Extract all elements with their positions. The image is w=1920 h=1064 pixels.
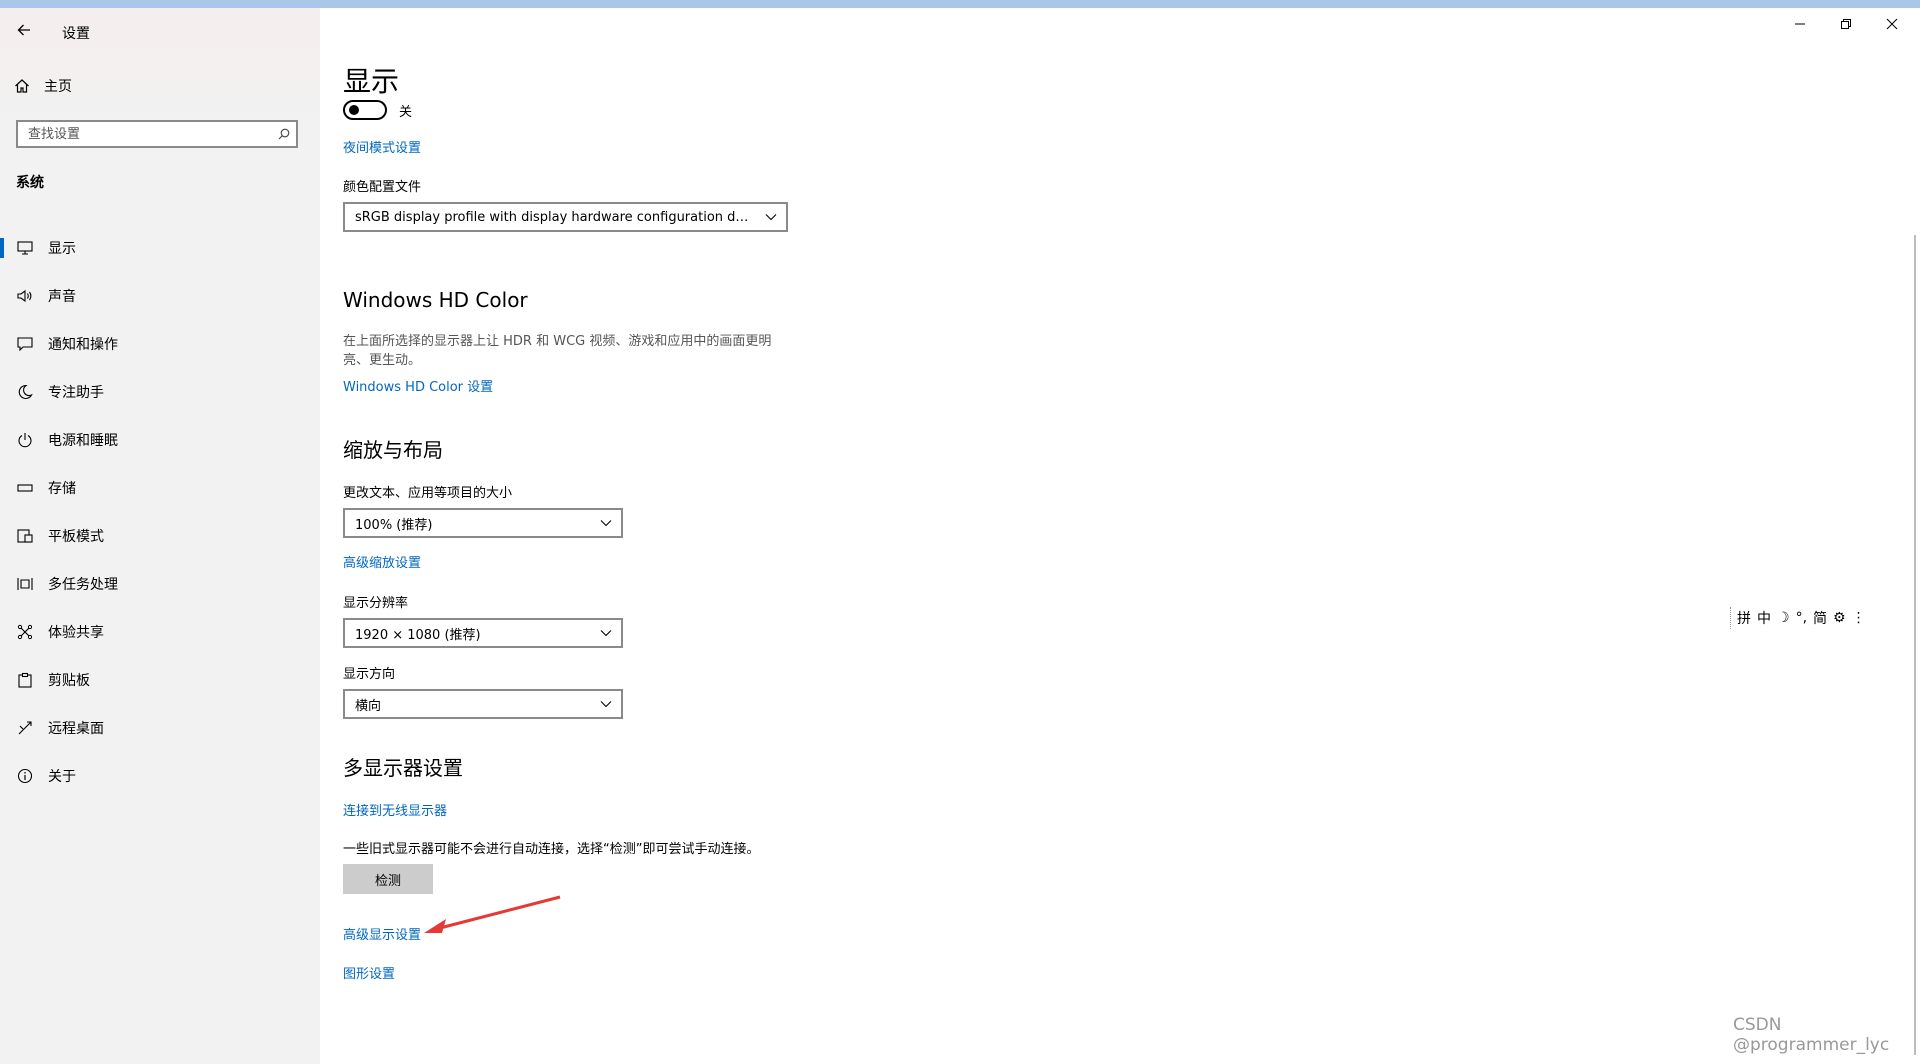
hd-color-settings-link[interactable]: Windows HD Color 设置 — [343, 376, 493, 395]
sidebar-nav: 显示 声音 通知和操作 专注助手 电源和睡眠 存储 平板模式 多任务处理 体验共… — [0, 224, 320, 800]
sidebar-item-tablet-mode[interactable]: 平板模式 — [0, 512, 320, 560]
sidebar-item-label: 多任务处理 — [48, 577, 118, 593]
speaker-icon — [14, 286, 36, 306]
watermark: CSDN @programmer_lyc — [1733, 1015, 1890, 1055]
sidebar-item-label: 体验共享 — [48, 625, 104, 641]
sidebar-item-label: 存储 — [48, 481, 76, 497]
ime-toolbar: 拼 中 ☽ °, 简 ⚙ ⋮ — [1730, 607, 1887, 629]
back-button[interactable] — [10, 16, 38, 44]
info-icon — [14, 766, 36, 786]
ime-moon-button[interactable]: ☽ — [1777, 610, 1790, 626]
advanced-scaling-link[interactable]: 高级缩放设置 — [343, 552, 421, 571]
resolution-label: 显示分辨率 — [343, 596, 409, 611]
restore-icon — [1841, 19, 1851, 29]
sidebar-item-sound[interactable]: 声音 — [0, 272, 320, 320]
tablet-icon — [14, 526, 36, 546]
close-icon — [1886, 18, 1898, 30]
scale-dropdown[interactable]: 100% (推荐) — [343, 508, 623, 538]
sidebar-item-notifications[interactable]: 通知和操作 — [0, 320, 320, 368]
scale-label: 更改文本、应用等项目的大小 — [343, 486, 513, 501]
multi-display-heading: 多显示器设置 — [343, 756, 463, 780]
search-icon[interactable] — [272, 128, 296, 140]
color-profile-dropdown[interactable]: sRGB display profile with display hardwa… — [343, 202, 788, 232]
ime-settings-button[interactable]: ⚙ — [1833, 610, 1846, 626]
sidebar-item-label: 远程桌面 — [48, 721, 104, 737]
orientation-dropdown[interactable]: 横向 — [343, 689, 623, 719]
night-light-settings-link[interactable]: 夜间模式设置 — [343, 137, 421, 156]
orientation-label: 显示方向 — [343, 667, 396, 682]
sidebar-item-label: 通知和操作 — [48, 337, 118, 353]
sidebar-item-home[interactable]: 主页 — [14, 76, 72, 96]
title-bar-strip — [0, 0, 1920, 8]
sidebar-item-label: 剪贴板 — [48, 673, 90, 689]
restore-button[interactable] — [1826, 12, 1866, 36]
night-light-toggle[interactable] — [343, 100, 387, 120]
resolution-value: 1920 × 1080 (推荐) — [355, 627, 481, 643]
ime-chinese-mode-button[interactable]: 中 — [1757, 608, 1771, 628]
annotation-arrow-icon — [424, 895, 561, 933]
sidebar-item-about[interactable]: 关于 — [0, 752, 320, 800]
sidebar-item-shared-experiences[interactable]: 体验共享 — [0, 608, 320, 656]
sidebar-item-label: 显示 — [48, 241, 76, 257]
detect-button[interactable]: 检测 — [343, 864, 433, 894]
remote-desktop-icon — [14, 718, 36, 738]
ime-more-button[interactable]: ⋮ — [1852, 610, 1866, 626]
window-title: 设置 — [62, 26, 90, 42]
toggle-knob — [349, 105, 359, 115]
ime-pinyin-button[interactable]: 拼 — [1737, 608, 1751, 628]
night-light-row: 关 — [343, 100, 412, 120]
section-label-system: 系统 — [16, 175, 44, 191]
sidebar-item-storage[interactable]: 存储 — [0, 464, 320, 512]
scale-layout-heading: 缩放与布局 — [343, 438, 443, 462]
advanced-display-settings-link[interactable]: 高级显示设置 — [343, 924, 421, 943]
multitask-icon — [14, 574, 36, 594]
sidebar-item-label: 平板模式 — [48, 529, 104, 545]
color-profile-value: sRGB display profile with display hardwa… — [355, 209, 756, 225]
graphics-settings-link[interactable]: 图形设置 — [343, 963, 395, 982]
storage-icon — [14, 478, 36, 498]
sidebar-item-label: 声音 — [48, 289, 76, 305]
ime-punctuation-button[interactable]: °, — [1796, 610, 1807, 626]
sidebar: 设置 主页 系统 显示 声音 通知和操作 专注助手 — [0, 8, 320, 1064]
clipboard-icon — [14, 670, 36, 690]
sidebar-item-multitasking[interactable]: 多任务处理 — [0, 560, 320, 608]
sidebar-item-display[interactable]: 显示 — [0, 224, 320, 272]
notification-icon — [14, 334, 36, 354]
page-title: 显示 — [343, 65, 400, 98]
search-box[interactable] — [16, 120, 298, 148]
chevron-down-icon — [591, 629, 621, 637]
monitor-icon — [14, 238, 36, 258]
moon-icon — [14, 382, 36, 402]
detect-description: 一些旧式显示器可能不会进行自动连接，选择“检测”即可尝试手动连接。 — [343, 842, 760, 857]
hd-color-description: 在上面所选择的显示器上让 HDR 和 WCG 视频、游戏和应用中的画面更明亮、更… — [343, 334, 772, 368]
scale-value: 100% (推荐) — [355, 517, 433, 533]
close-button[interactable] — [1872, 12, 1912, 36]
chevron-down-icon — [756, 213, 786, 221]
ime-simplified-button[interactable]: 简 — [1813, 608, 1827, 628]
search-input[interactable] — [18, 125, 272, 143]
sidebar-home-label: 主页 — [44, 79, 72, 95]
back-arrow-icon — [17, 24, 30, 36]
sidebar-item-label: 关于 — [48, 769, 76, 785]
resolution-dropdown[interactable]: 1920 × 1080 (推荐) — [343, 618, 623, 648]
sidebar-item-power-sleep[interactable]: 电源和睡眠 — [0, 416, 320, 464]
sidebar-item-clipboard[interactable]: 剪贴板 — [0, 656, 320, 704]
sidebar-item-remote-desktop[interactable]: 远程桌面 — [0, 704, 320, 752]
home-icon — [15, 79, 29, 93]
color-profile-label: 颜色配置文件 — [343, 180, 422, 195]
orientation-value: 横向 — [355, 698, 382, 714]
share-icon — [14, 622, 36, 642]
sidebar-item-label: 电源和睡眠 — [48, 433, 118, 449]
night-light-state: 关 — [399, 104, 413, 120]
chevron-down-icon — [591, 519, 621, 527]
scrollbar[interactable] — [1914, 235, 1916, 1055]
minimize-icon — [1795, 23, 1805, 25]
connect-wireless-display-link[interactable]: 连接到无线显示器 — [343, 800, 447, 819]
sidebar-item-label: 专注助手 — [48, 385, 104, 401]
minimize-button[interactable] — [1780, 12, 1820, 36]
chevron-down-icon — [591, 700, 621, 708]
hd-color-heading: Windows HD Color — [343, 288, 528, 312]
sidebar-item-focus-assist[interactable]: 专注助手 — [0, 368, 320, 416]
power-icon — [14, 430, 36, 450]
